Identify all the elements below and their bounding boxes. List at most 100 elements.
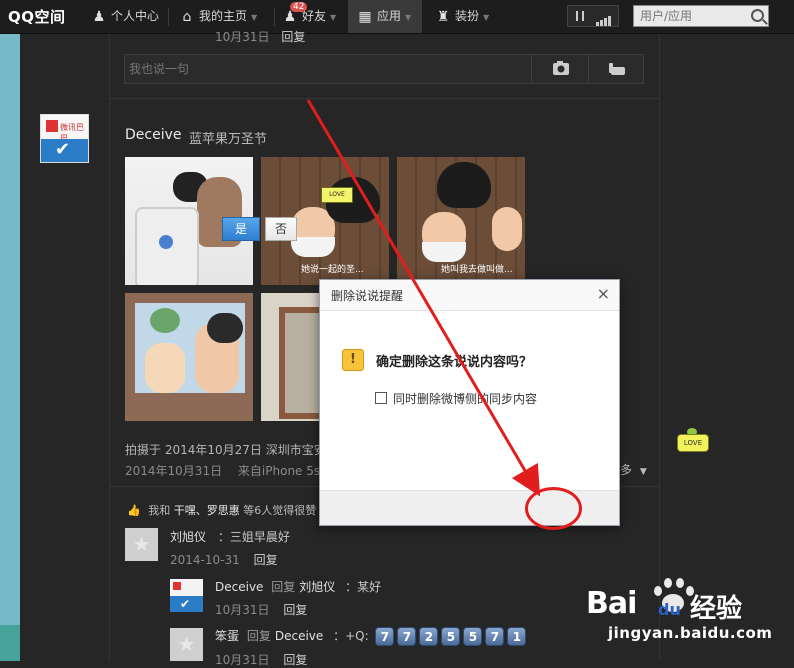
watermark-url: jingyan.baidu.com — [608, 624, 773, 642]
love-sticker-text: LOVE — [677, 434, 709, 452]
reply-target[interactable]: Deceive — [275, 629, 323, 643]
reply-word: 回复 — [271, 580, 296, 594]
qq-digit-emoji: 2 — [419, 627, 439, 646]
qq-digit-emoji: 1 — [507, 627, 527, 646]
search-icon[interactable] — [751, 9, 764, 22]
previous-post-reply-link[interactable]: 回复 — [281, 30, 305, 44]
camera-icon — [553, 61, 569, 75]
search-input[interactable] — [634, 6, 750, 26]
chevron-down-icon: ▼ — [405, 13, 412, 22]
home-icon: ⌂ — [182, 8, 192, 25]
reply-avatar[interactable]: ★ — [170, 628, 203, 661]
reply-target[interactable]: 刘旭仪 — [299, 580, 335, 594]
chevron-down-icon: ▼ — [483, 13, 490, 22]
camera-button[interactable] — [531, 55, 589, 83]
checkmark-icon: ✔ — [180, 597, 191, 611]
likes-names[interactable]: 干嘿、罗思惠 — [174, 504, 240, 517]
reply-meta: 10月31日 回复 — [215, 651, 307, 668]
comment-reply-link[interactable]: 回复 — [254, 553, 278, 567]
reply-line: 笨蛋 回复 Deceive ：+Q: 7725571 — [215, 627, 527, 646]
nav-apps[interactable]: ▦ 应用 ▼ — [348, 0, 422, 33]
reply-author[interactable]: Deceive — [215, 580, 263, 594]
comment-text: ：三姐早晨好 — [217, 530, 290, 544]
search-box — [633, 5, 769, 27]
nav-label: 装扮 — [455, 9, 480, 23]
reply-meta: 10月31日 回复 — [215, 601, 307, 618]
author-avatar[interactable]: 微讯巴巴 ✔ — [40, 114, 89, 163]
shirt-icon: ♜ — [436, 8, 450, 25]
qq-digit-emoji: 7 — [397, 627, 417, 646]
love-sticker-mini: LOVE — [321, 187, 353, 203]
annotation-circle — [525, 487, 582, 530]
likes-prefix: 我和 — [148, 504, 171, 517]
brand-badge-icon — [46, 120, 58, 132]
post-photo-5[interactable] — [261, 293, 321, 421]
left-strip-teal — [0, 625, 20, 661]
reply-reply-link[interactable]: 回复 — [283, 653, 307, 667]
watermark-du: du — [658, 600, 681, 619]
photo-location-meta: 拍摄于 2014年10月27日 深圳市宝安 — [125, 443, 326, 457]
warning-icon: ! — [342, 349, 364, 371]
reply-reply-link[interactable]: 回复 — [283, 603, 307, 617]
comment-date: 2014-10-31 — [170, 553, 240, 567]
view-mode-toggle[interactable] — [567, 5, 619, 27]
love-sticker: LOVE — [677, 428, 709, 452]
comment-line: 刘旭仪 ：三姐早晨好 — [170, 528, 290, 545]
previous-post-meta: 10月31日 回复 — [215, 28, 305, 45]
close-icon[interactable]: × — [597, 284, 610, 303]
default-avatar-icon: ★ — [177, 632, 196, 656]
hand-pointer-button[interactable] — [588, 55, 646, 83]
nav-personal-center[interactable]: ♟ 个人中心 — [90, 0, 159, 33]
comment-author[interactable]: 刘旭仪 — [170, 530, 206, 544]
photo-caption: 她叫我去做叫做... — [441, 265, 513, 275]
nav-dressup[interactable]: ♜ 装扮 ▼ — [434, 0, 489, 33]
nav-separator — [274, 8, 275, 26]
reply-text: ：+Q: — [333, 629, 369, 643]
person-icon: ♟ — [92, 8, 106, 25]
sync-delete-checkbox[interactable] — [375, 392, 387, 404]
reply-date: 10月31日 — [215, 603, 270, 617]
qq-digit-emoji: 5 — [441, 627, 461, 646]
friends-badge: 42 — [290, 2, 308, 12]
post-text: 蓝苹果万圣节 — [189, 132, 268, 147]
signal-bars-icon[interactable] — [596, 12, 612, 26]
qq-digit-emoji: 7 — [485, 627, 505, 646]
pause-icon[interactable] — [576, 11, 584, 21]
nav-label: 应用 — [377, 9, 402, 23]
post-photo-4[interactable] — [125, 293, 253, 421]
post-meta: 2014年10月31日 来自iPhone 5s — [125, 462, 320, 479]
confirm-yes-button[interactable]: 是 — [222, 217, 260, 241]
reply-avatar[interactable]: ✔ — [170, 579, 203, 612]
confirm-no-button[interactable]: 否 — [265, 217, 297, 241]
post-photo-3[interactable]: 她叫我去做叫做... — [397, 157, 525, 285]
watermark-bai: Bai — [586, 586, 637, 621]
sync-delete-label[interactable]: 同时删除微博侧的同步内容 — [393, 390, 537, 407]
delete-confirm-dialog: 删除说说提醒 × ! 确定删除这条说说内容吗？ 同时删除微博侧的同步内容 — [319, 279, 620, 526]
qzone-logo[interactable]: QQ空间 — [8, 6, 66, 27]
post-date: 2014年10月31日 — [125, 464, 223, 478]
apps-grid-icon: ▦ — [358, 8, 372, 25]
comment-meta: 2014-10-31 回复 — [170, 551, 278, 568]
more-label: 多 — [620, 463, 633, 477]
thumbs-up-icon[interactable]: 👍 — [127, 504, 141, 517]
reply-author[interactable]: 笨蛋 — [215, 629, 239, 643]
dialog-title: 删除说说提醒 — [331, 289, 404, 303]
post-author[interactable]: Deceive — [125, 127, 182, 143]
hand-pointer-icon — [609, 63, 625, 75]
reply-text: ：某好 — [345, 580, 382, 594]
default-avatar-icon: ★ — [132, 532, 151, 556]
comment-input[interactable] — [125, 55, 529, 83]
qq-digit-emoji: 5 — [463, 627, 483, 646]
checkmark-icon: ✔ — [55, 139, 71, 160]
photo-caption: 她说一起的圣... — [301, 265, 364, 275]
post-source[interactable]: 来自iPhone 5s — [238, 464, 320, 478]
more-menu[interactable]: 多 ▼ — [620, 461, 647, 478]
left-background-strip — [0, 34, 20, 661]
nav-label: 个人中心 — [111, 9, 160, 23]
baidu-jingyan-watermark: Bai du 经验 jingyan.baidu.com — [586, 572, 786, 656]
comment-avatar[interactable]: ★ — [125, 528, 158, 561]
apple-logo-icon — [159, 235, 173, 249]
caret-down-icon: ▼ — [639, 467, 647, 477]
comment-box — [124, 54, 644, 84]
dialog-message: 确定删除这条说说内容吗？ — [376, 355, 533, 370]
